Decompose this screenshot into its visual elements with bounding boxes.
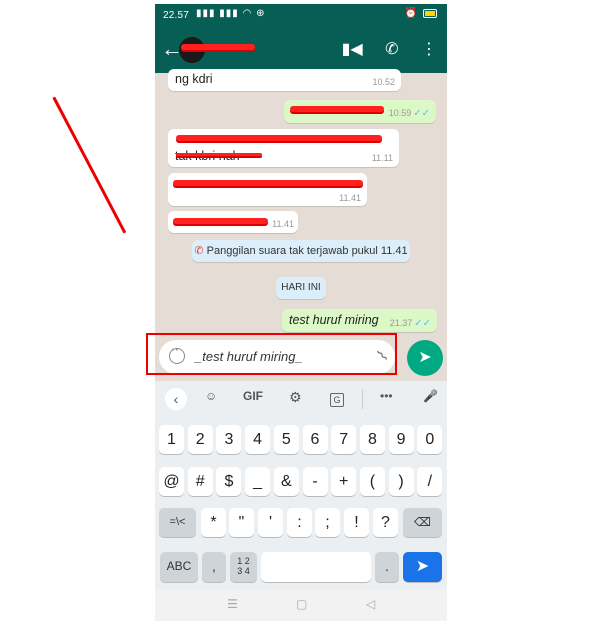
phone-icon[interactable]: ✆ [385, 40, 398, 60]
key-row3-5[interactable]: ; [315, 508, 340, 537]
key-row3-0[interactable]: =\< [159, 508, 196, 537]
redacted-text [173, 218, 268, 224]
key-row2-6[interactable]: + [331, 467, 357, 496]
more-vert-icon[interactable]: ⋮ [421, 40, 437, 60]
double-check-icon: ✓✓ [414, 318, 431, 329]
gif-button[interactable]: GIF [243, 389, 263, 403]
chat-header: ← ▮◀ ✆ ⋮ [155, 28, 447, 73]
enter-key[interactable]: ➤ [403, 552, 442, 582]
key-row3-3[interactable]: ' [258, 508, 283, 537]
key-row1-0[interactable]: 1 [159, 425, 184, 454]
send-button[interactable]: ➤ [407, 340, 443, 376]
key-row2-4[interactable]: & [273, 467, 299, 496]
key-row3-1[interactable]: * [201, 508, 226, 537]
message-time: 21.37 ✓✓ [389, 318, 431, 329]
missed-call-icon: ✆ [194, 245, 204, 257]
redacted-text [173, 180, 363, 186]
message-text: ng kdri [175, 72, 213, 86]
key-row3-6[interactable]: ! [344, 508, 369, 537]
message-text: tak kbri nah [175, 149, 240, 163]
battery-icon [423, 8, 437, 18]
back-icon[interactable]: ◁ [366, 597, 375, 611]
key-row3-4[interactable]: : [287, 508, 312, 537]
key-row2-9[interactable]: / [417, 467, 443, 496]
double-check-icon: ✓✓ [413, 108, 430, 119]
send-icon: ➤ [418, 349, 432, 366]
annotation-arrow [52, 96, 127, 234]
key-row2-3[interactable]: _ [245, 467, 271, 496]
annotation-highlight-box [146, 333, 397, 375]
chevron-left-icon[interactable]: ‹ [165, 388, 187, 410]
message-time: 10.59 ✓✓ [388, 108, 430, 119]
key-row3-2[interactable]: " [229, 508, 254, 537]
message-time: 10.52 [372, 77, 395, 87]
chat-area: ng kdri 10.52 10.59 ✓✓ tak kbri nah 11.11… [155, 69, 447, 334]
redacted-contact-name [181, 44, 255, 50]
message-bubble[interactable]: tak kbri nah 11.11 [168, 129, 399, 167]
videocam-icon[interactable]: ▮◀ [342, 40, 363, 60]
keyboard: ‹ ☺ GIF ⚙ G ••• 🎤 1234567890 @ # $ _ & - +() / … [155, 381, 447, 589]
key-row1-5[interactable]: 6 [302, 425, 328, 454]
key-row2-1[interactable]: # [187, 467, 213, 496]
key-row1-2[interactable]: 3 [216, 425, 242, 454]
key-row1-8[interactable]: 9 [388, 425, 414, 454]
period-key[interactable]: . [375, 552, 399, 582]
message-bubble[interactable]: 11.41 [168, 173, 367, 206]
status-time: 22.57 [163, 10, 190, 21]
date-divider: HARI INI [276, 277, 326, 299]
numpad-key[interactable]: 1 2 3 4 [230, 552, 257, 582]
message-bubble[interactable]: ng kdri 10.52 [168, 69, 401, 91]
redacted-text [176, 135, 382, 141]
toolbar-divider [362, 389, 363, 409]
key-row2-8[interactable]: ) [388, 467, 414, 496]
mic-icon[interactable]: 🎤 [423, 389, 438, 403]
key-row1-1[interactable]: 2 [187, 425, 213, 454]
message-bubble[interactable]: 11.41 [168, 211, 298, 233]
alarm-icon: ⏰ [404, 8, 418, 19]
redacted-text [176, 153, 262, 156]
gear-icon[interactable]: ⚙ [289, 389, 302, 406]
status-bar: 22.57 ▮▮▮ ▮▮▮ ◠ ⊕ ⏰ [155, 4, 447, 28]
key-row1-4[interactable]: 5 [273, 425, 299, 454]
redacted-text [290, 106, 384, 112]
key-row1-3[interactable]: 4 [245, 425, 271, 454]
signal-icons: ▮▮▮ ▮▮▮ ◠ ⊕ [196, 8, 266, 19]
key-row2-0[interactable]: @ [159, 467, 184, 496]
key-row1-9[interactable]: 0 [417, 425, 443, 454]
menu-icon[interactable]: ☰ [227, 597, 238, 611]
comma-key[interactable]: , [202, 552, 226, 582]
key-row1-6[interactable]: 7 [331, 425, 357, 454]
more-horiz-icon[interactable]: ••• [380, 389, 393, 403]
missed-call-notice: ✆ Panggilan suara tak terjawab pukul 11.… [192, 240, 410, 262]
key-row1-7[interactable]: 8 [359, 425, 385, 454]
translate-icon[interactable]: G [330, 393, 344, 407]
phone-screen: 22.57 ▮▮▮ ▮▮▮ ◠ ⊕ ⏰ ← ▮◀ ✆ ⋮ ng kdri 10.… [155, 4, 447, 621]
message-text: test huruf miring [289, 313, 379, 327]
sticker-icon[interactable]: ☺ [205, 389, 217, 403]
status-right-icons: ⏰ [405, 8, 437, 19]
abc-key[interactable]: ABC [160, 552, 198, 582]
message-time: 11.11 [371, 153, 393, 163]
system-nav-bar: ☰ ▢ ◁ [155, 589, 447, 621]
message-bubble[interactable]: 10.59 ✓✓ [284, 100, 436, 123]
home-icon[interactable]: ▢ [296, 597, 307, 611]
key-row2-5[interactable]: - [302, 467, 328, 496]
missed-call-text: Panggilan suara tak terjawab pukul 11.41 [206, 245, 408, 257]
message-time: 11.41 [272, 219, 294, 229]
avatar[interactable] [179, 37, 205, 63]
key-row3-7[interactable]: ? [373, 508, 398, 537]
message-time: 11.41 [339, 193, 361, 203]
space-key[interactable] [261, 552, 371, 582]
key-row2-2[interactable]: $ [216, 467, 242, 496]
key-row2-7[interactable]: ( [359, 467, 385, 496]
backspace-key[interactable]: ⌫ [403, 508, 442, 537]
keyboard-toolbar: ‹ ☺ GIF ⚙ G ••• 🎤 [155, 381, 447, 417]
message-bubble[interactable]: test huruf miring 21.37 ✓✓ [282, 309, 437, 332]
